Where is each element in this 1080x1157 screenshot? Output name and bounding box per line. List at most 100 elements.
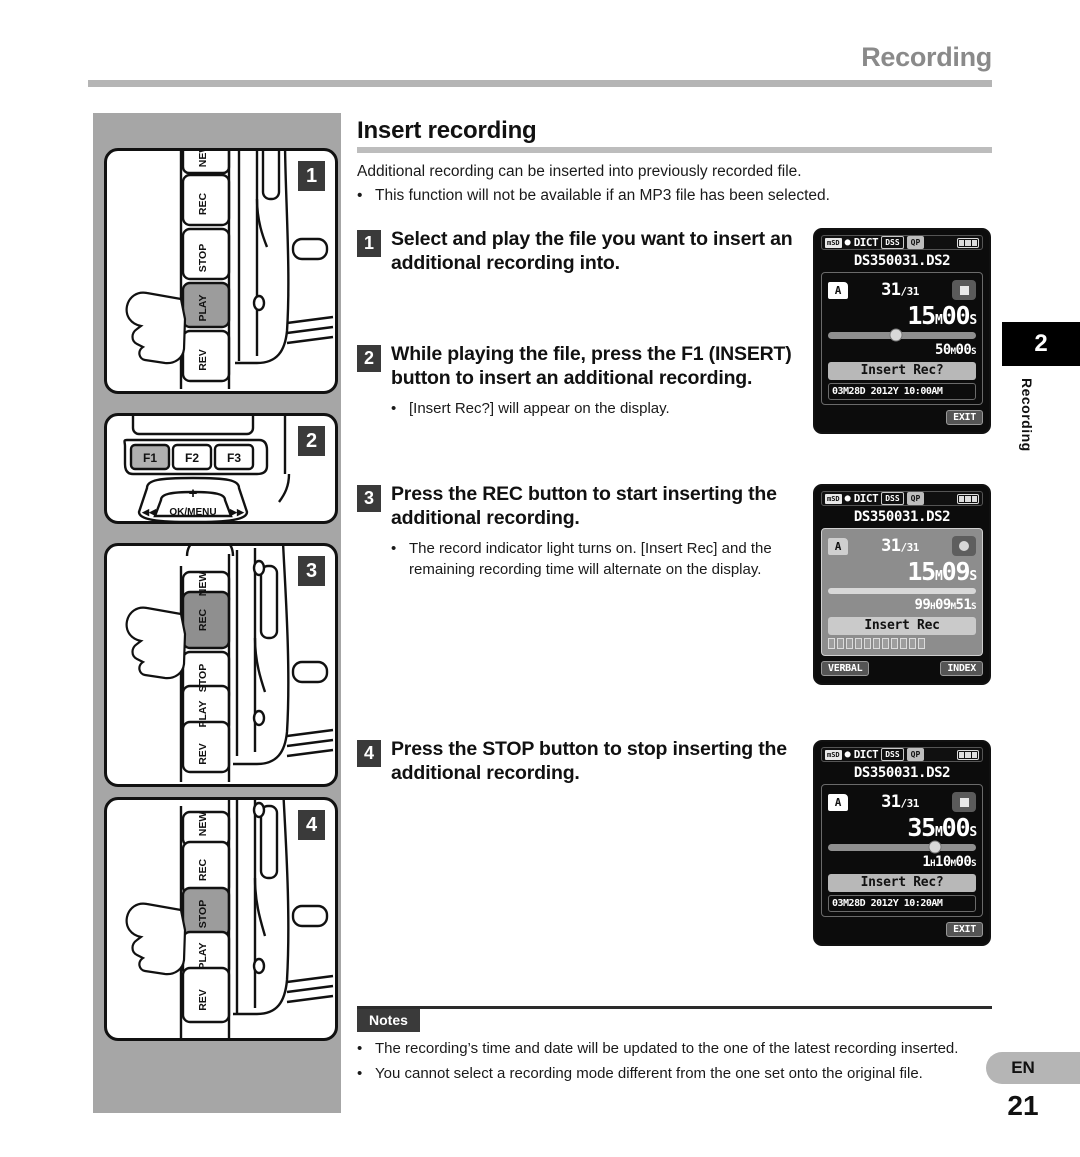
track-counter: 31/31	[881, 792, 919, 812]
svg-text:PLAY: PLAY	[197, 294, 209, 321]
notes-label: Notes	[357, 1009, 420, 1032]
battery-icon	[957, 493, 979, 504]
step-note-text: [Insert Rec?] will appear on the display…	[409, 399, 670, 417]
svg-text:NEW: NEW	[197, 151, 209, 167]
step-4: 4 Press the STOP button to stop insertin…	[357, 738, 827, 786]
svg-text:▶▶: ▶▶	[229, 507, 245, 517]
microphone-icon: ●	[844, 748, 851, 760]
notes-list: • The recording’s time and date will be …	[357, 1038, 997, 1089]
note-item: • You cannot select a recording mode dif…	[357, 1063, 997, 1084]
note-text: The recording’s time and date will be up…	[375, 1040, 959, 1057]
softkey-verbal[interactable]: VERBAL	[821, 660, 870, 676]
bullet-glyph: •	[357, 1065, 363, 1083]
remaining-time: 99H09M51S	[914, 596, 977, 613]
bullet-glyph: •	[391, 399, 397, 417]
lcd-date-time: 03M28D 2012Y 10:00AM	[828, 382, 976, 400]
svg-text:F2: F2	[185, 451, 199, 465]
chapter-tab-number: 2	[1002, 322, 1080, 366]
svg-text:REV: REV	[197, 349, 209, 371]
section-title: Insert recording	[357, 117, 537, 144]
microphone-icon: ●	[844, 492, 851, 504]
step-2: 2 While playing the file, press the F1 (…	[357, 343, 827, 419]
format-badge: DSS	[881, 236, 904, 249]
svg-text:F1: F1	[143, 451, 157, 465]
softkey-exit[interactable]: EXIT	[946, 921, 983, 937]
progress-bar[interactable]	[828, 328, 976, 342]
lcd-screen-step4: mSD ● DICT DSS QP DS350031.DS2 A 31/31 3…	[813, 740, 991, 946]
softkey-index[interactable]: INDEX	[940, 660, 983, 676]
mode-label: DICT	[853, 236, 879, 249]
section-divider	[357, 147, 992, 153]
microsd-icon: mSD	[825, 749, 842, 760]
svg-text:◀◀: ◀◀	[141, 507, 157, 517]
track-counter: 31/31	[881, 280, 919, 300]
intro-line: Additional recording can be inserted int…	[357, 163, 802, 180]
language-badge: EN	[986, 1052, 1080, 1084]
note-item: • The recording’s time and date will be …	[357, 1038, 997, 1059]
folder-icon: A	[828, 281, 848, 299]
lcd-message: Insert Rec?	[828, 873, 976, 892]
quality-badge: QP	[906, 492, 925, 505]
step-number: 1	[357, 230, 381, 257]
step-1: 1 Select and play the file you want to i…	[357, 228, 827, 276]
illustration-panel-1: NEW REC STOP PLAY REV 1	[104, 148, 338, 394]
microsd-icon: mSD	[825, 493, 842, 504]
step-instruction: Select and play the file you want to ins…	[391, 228, 793, 274]
header-divider	[88, 80, 992, 87]
svg-text:REV: REV	[197, 743, 209, 765]
elapsed-time: 35M00S	[907, 813, 977, 842]
step-instruction: Press the REC button to start inserting …	[391, 483, 777, 529]
format-badge: DSS	[881, 492, 904, 505]
total-time: 50M00S	[935, 341, 977, 358]
chapter-title: Recording	[861, 42, 992, 72]
microsd-icon: mSD	[825, 237, 842, 248]
hand-pointer-icon	[125, 606, 187, 680]
lcd-status-bar: mSD ● DICT DSS QP	[821, 491, 983, 506]
svg-text:STOP: STOP	[197, 664, 209, 692]
mode-label: DICT	[853, 492, 879, 505]
chapter-tab-label: Recording	[1019, 378, 1035, 452]
lcd-date-time: 03M28D 2012Y 10:20AM	[828, 894, 976, 912]
lcd-main-area: A 31/31 15M00S 50M00S Insert Rec? 03M28D…	[821, 272, 983, 405]
manual-page: Recording NEW REC STOP PLAY REV 1 F1 F2 …	[0, 0, 1080, 1157]
quality-badge: QP	[906, 236, 925, 249]
step-number: 4	[357, 740, 381, 767]
svg-text:STOP: STOP	[197, 900, 209, 928]
softkey-exit[interactable]: EXIT	[946, 409, 983, 425]
progress-bar[interactable]	[828, 587, 976, 594]
lcd-file-name: DS350031.DS2	[853, 253, 951, 269]
microphone-icon: ●	[844, 236, 851, 248]
progress-bar[interactable]	[828, 840, 976, 854]
illustration-panel-3: NEW REC STOP PLAY REV 3	[104, 543, 338, 787]
track-counter: 31/31	[881, 536, 919, 556]
section-intro: Additional recording can be inserted int…	[357, 160, 997, 208]
lcd-message: Insert Rec?	[828, 361, 976, 380]
step-instruction: While playing the file, press the F1 (IN…	[391, 343, 792, 389]
intro-bullet-text: This function will not be available if a…	[375, 187, 830, 205]
svg-text:NEW: NEW	[197, 812, 209, 837]
elapsed-time: 15M09S	[907, 557, 977, 586]
lcd-message: Insert Rec	[828, 616, 976, 635]
bullet-glyph: •	[391, 539, 397, 557]
step-note-text: The record indicator light turns on. [In…	[409, 539, 772, 578]
svg-text:PLAY: PLAY	[197, 700, 209, 727]
format-badge: DSS	[881, 748, 904, 761]
step-3: 3 Press the REC button to start insertin…	[357, 483, 827, 580]
elapsed-time: 15M00S	[907, 301, 977, 330]
stop-state-icon	[952, 792, 976, 812]
mode-label: DICT	[853, 748, 879, 761]
hand-pointer-icon	[125, 902, 187, 976]
bullet-glyph: •	[357, 187, 363, 205]
svg-text:REC: REC	[197, 608, 209, 631]
svg-text:F3: F3	[227, 451, 241, 465]
battery-icon	[957, 237, 979, 248]
panel-number-badge: 3	[298, 556, 325, 586]
lcd-main-area: A 31/31 35M00S 1H10M00S Insert Rec? 03M2…	[821, 784, 983, 917]
lcd-screen-step3: mSD ● DICT DSS QP DS350031.DS2 A 31/31 1…	[813, 484, 991, 685]
stop-state-icon	[952, 280, 976, 300]
folder-icon: A	[828, 793, 848, 811]
notes-divider	[357, 1006, 992, 1009]
illustration-panel-2: F1 F2 F3 + OK/MENU ◀◀ ▶▶ 2	[104, 413, 338, 524]
level-meter-icon	[828, 637, 976, 649]
step-number: 2	[357, 345, 381, 372]
